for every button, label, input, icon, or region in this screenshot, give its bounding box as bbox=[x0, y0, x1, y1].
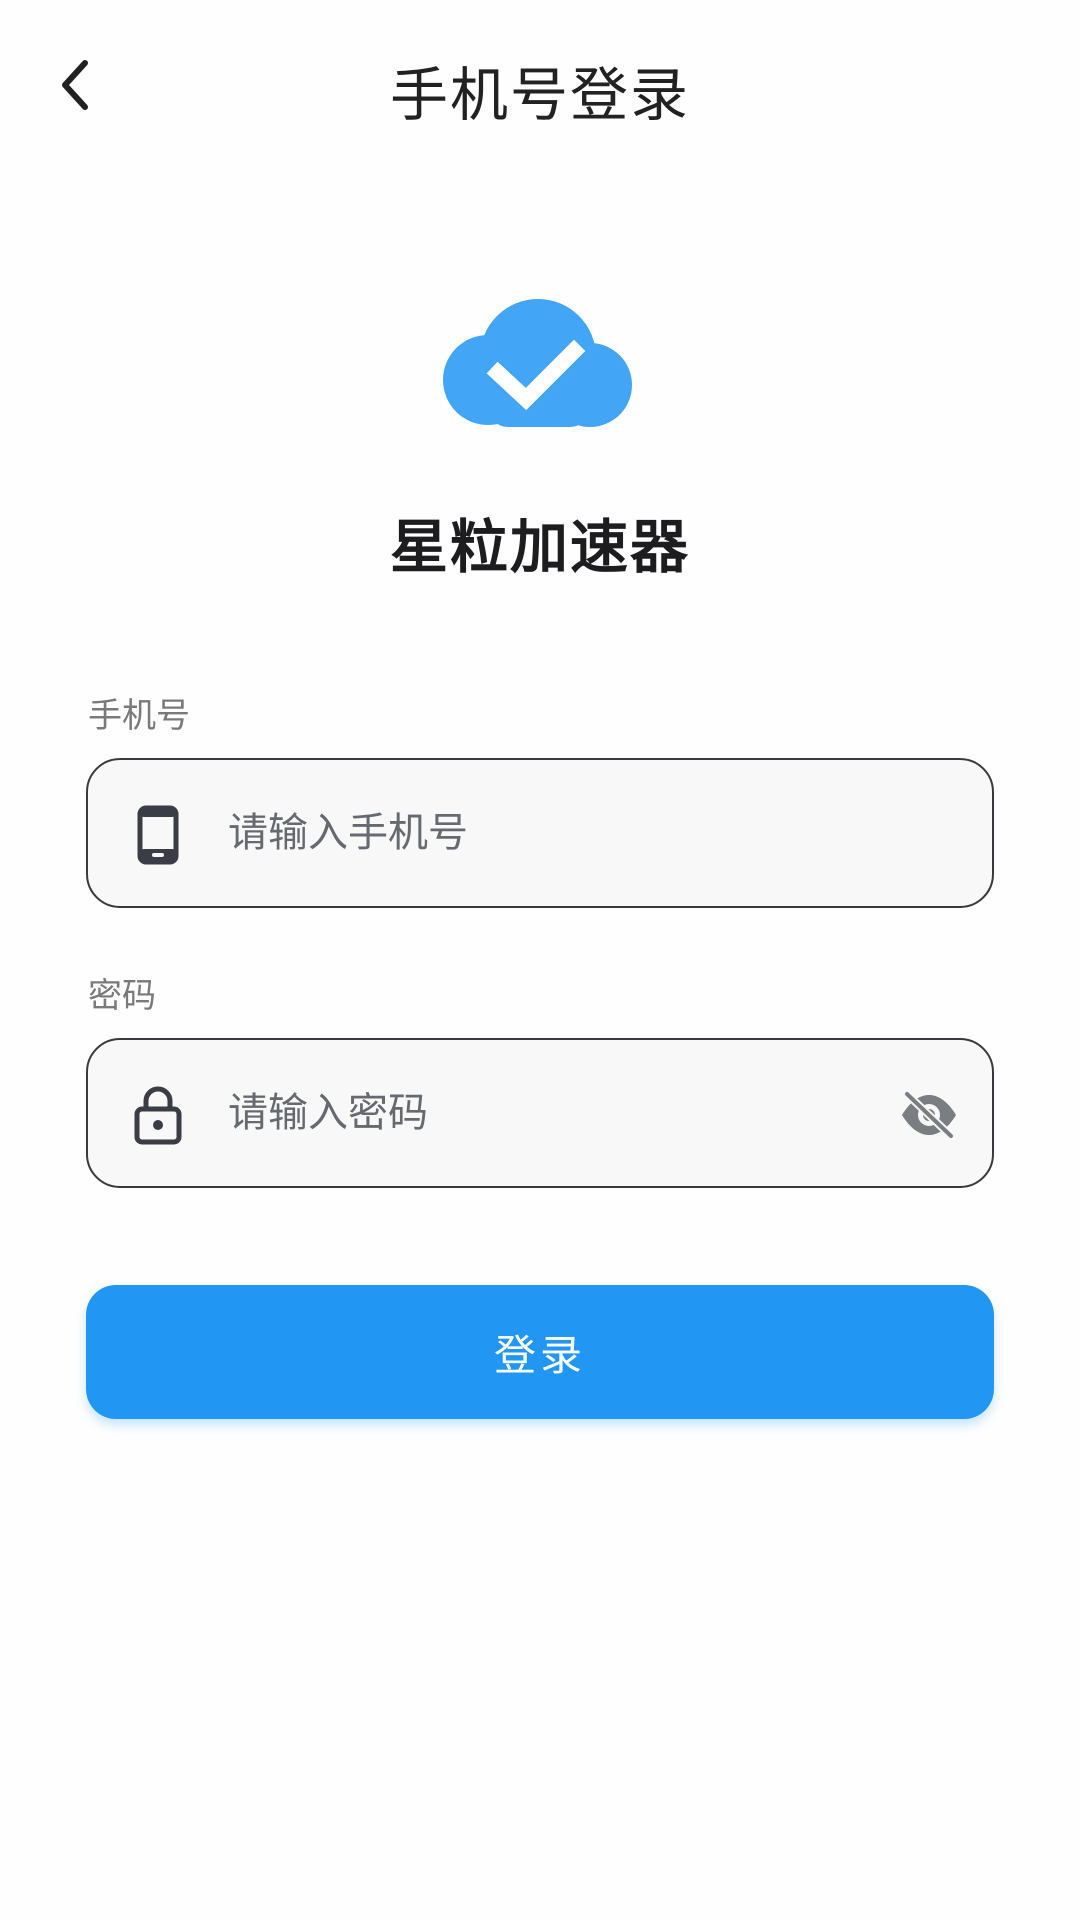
app-logo bbox=[440, 295, 640, 430]
password-visibility-toggle[interactable] bbox=[896, 1085, 962, 1145]
eye-off-icon bbox=[902, 1090, 956, 1140]
page-title: 手机号登录 bbox=[389, 61, 690, 129]
top-app-bar: 手机号登录 bbox=[0, 0, 1080, 170]
app-name: 星粒加速器 bbox=[389, 513, 690, 581]
login-screen: 手机号登录 星粒加速器 手机号 密码 bbox=[0, 0, 1080, 1920]
password-label: 密码 bbox=[88, 976, 156, 1016]
phone-input[interactable] bbox=[228, 760, 828, 906]
smartphone-icon bbox=[128, 805, 188, 865]
cloud-check-icon bbox=[443, 299, 632, 427]
phone-field-container[interactable] bbox=[86, 758, 994, 908]
lock-icon bbox=[128, 1085, 188, 1145]
password-input[interactable] bbox=[228, 1040, 828, 1186]
login-button[interactable]: 登录 bbox=[86, 1285, 994, 1419]
phone-label: 手机号 bbox=[88, 696, 190, 736]
password-field-container[interactable] bbox=[86, 1038, 994, 1188]
